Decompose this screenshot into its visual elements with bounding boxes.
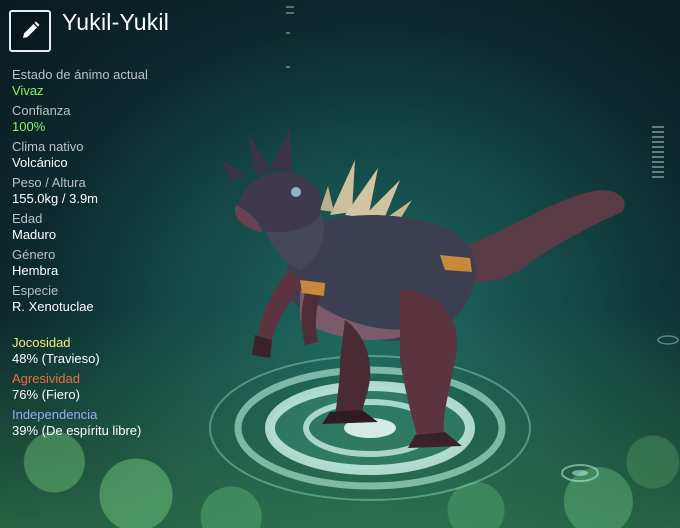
stat-label: Confianza	[12, 103, 71, 118]
stat-weight-height: Peso / Altura 155.0kg / 3.9m	[12, 175, 252, 207]
creature-stats-panel: Estado de ánimo actual Vivaz Confianza 1…	[12, 67, 252, 443]
trait-label: Independencia	[12, 407, 98, 422]
stat-label: Peso / Altura	[12, 175, 86, 190]
stat-gender: Género Hembra	[12, 247, 252, 279]
stat-trust: Confianza 100%	[12, 103, 252, 135]
stat-native-climate: Clima nativo Volcánico	[12, 139, 252, 171]
stat-value: 100%	[12, 119, 46, 134]
stat-species: Especie R. Xenotuclae	[12, 283, 252, 315]
stat-label: Clima nativo	[12, 139, 84, 154]
hud-scale-marks	[652, 126, 664, 181]
stat-value: Hembra	[12, 263, 59, 278]
stat-label: Edad	[12, 211, 43, 226]
stat-value: Volcánico	[12, 155, 68, 170]
stat-value: 155.0kg / 3.9m	[12, 191, 98, 206]
trait-value: 39% (De espíritu libre)	[12, 423, 142, 438]
trait-value: 48% (Travieso)	[12, 351, 100, 366]
pencil-icon	[23, 21, 40, 38]
trait-aggression: Agresividad 76% (Fiero)	[12, 371, 252, 403]
stat-value: Maduro	[12, 227, 57, 242]
stat-age: Edad Maduro	[12, 211, 252, 243]
trait-label: Jocosidad	[12, 335, 71, 350]
stat-value: R. Xenotuclae	[12, 299, 94, 314]
stat-label: Género	[12, 247, 56, 262]
rename-button[interactable]	[9, 10, 51, 52]
trait-playfulness: Jocosidad 48% (Travieso)	[12, 335, 252, 367]
stat-label: Especie	[12, 283, 59, 298]
trait-label: Agresividad	[12, 371, 80, 386]
stat-label: Estado de ánimo actual	[12, 67, 148, 82]
stat-mood: Estado de ánimo actual Vivaz	[12, 67, 252, 99]
creature-name: Yukil-Yukil	[62, 9, 170, 35]
trait-value: 76% (Fiero)	[12, 387, 80, 402]
stat-value: Vivaz	[12, 83, 44, 98]
trait-independence: Independencia 39% (De espíritu libre)	[12, 407, 252, 439]
